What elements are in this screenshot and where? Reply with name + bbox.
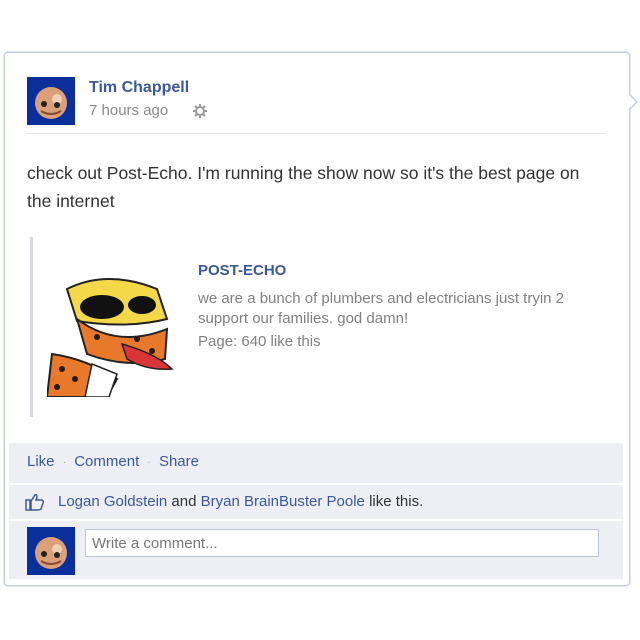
attachment-description: we are a bunch of plumbers and electrici… (198, 290, 565, 327)
card-pointer (628, 93, 638, 111)
liker-name[interactable]: Logan Goldstein (58, 493, 167, 510)
thumbs-up-icon (25, 494, 45, 511)
likes-connector: and (171, 493, 197, 510)
action-separator: · (62, 456, 67, 468)
post-timestamp[interactable]: 7 hours ago (89, 102, 168, 119)
liker-name[interactable]: Bryan BrainBuster Poole (201, 493, 365, 510)
author-avatar[interactable] (27, 77, 75, 125)
post-message: check out Post-Echo. I'm running the sho… (27, 163, 580, 211)
attachment-title[interactable]: POST-ECHO (198, 262, 286, 279)
privacy-gear-icon[interactable] (193, 104, 207, 118)
like-link[interactable]: Like (27, 453, 55, 470)
attachment-quote-bar (30, 237, 33, 417)
attachment-thumbnail[interactable] (47, 259, 183, 397)
comment-link[interactable]: Comment (74, 453, 139, 470)
comment-input[interactable] (85, 529, 599, 557)
comment-bar (9, 521, 623, 579)
likes-suffix: like this. (369, 493, 424, 510)
likes-summary: Logan Goldstein and Bryan BrainBuster Po… (58, 493, 423, 510)
action-separator: · (147, 456, 151, 468)
post-card: Tim Chappell 7 hours ago check out Post-… (4, 52, 638, 586)
author-name[interactable]: Tim Chappell (89, 79, 189, 97)
attachment-like-count: Page: 640 like this (198, 333, 321, 350)
post-actions-bar: Like · Comment · Share (9, 443, 623, 483)
header-divider (27, 133, 605, 134)
post-actions: Like · Comment · Share (27, 453, 199, 470)
share-link[interactable]: Share (159, 453, 199, 470)
likes-bar: Logan Goldstein and Bryan BrainBuster Po… (9, 485, 623, 519)
commenter-avatar[interactable] (27, 527, 75, 575)
